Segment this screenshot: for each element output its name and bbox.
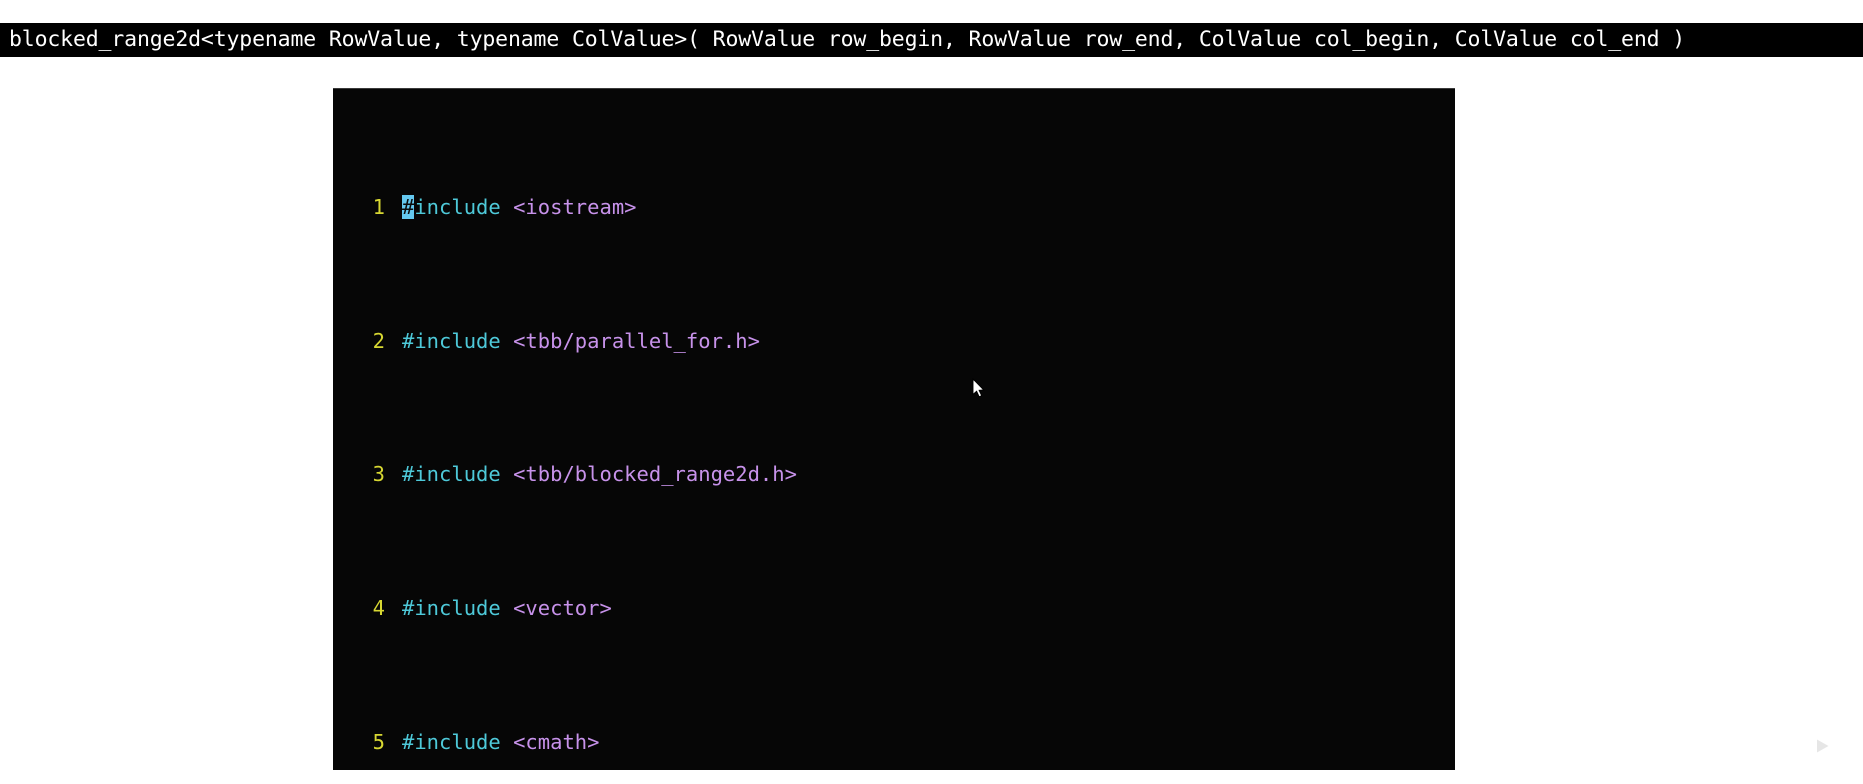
code-line-3[interactable]: 3 #include <tbb/blocked_range2d.h> (333, 458, 1455, 491)
tv-play-watermark-icon (1803, 723, 1839, 761)
line-number: 5 (372, 729, 385, 754)
text-cursor: # (402, 195, 415, 220)
code-line-2[interactable]: 2 #include <tbb/parallel_for.h> (333, 325, 1455, 358)
code-line-content[interactable]: #include <tbb/parallel_for.h> (402, 329, 760, 353)
code-line-content[interactable]: #include <iostream> (402, 195, 637, 220)
code-line-content[interactable]: #include <cmath> (402, 730, 600, 754)
line-number: 1 (372, 195, 385, 220)
code-line-content[interactable]: #include <vector> (402, 596, 612, 620)
code-line-5[interactable]: 5 #include <cmath> (333, 726, 1455, 759)
code-editor-panel[interactable]: 1 #include <iostream> 2 #include <tbb/para… (333, 88, 1455, 770)
code-lines[interactable]: 1 #include <iostream> 2 #include <tbb/para… (333, 89, 1455, 770)
line-number: 3 (372, 462, 385, 487)
code-line-4[interactable]: 4 #include <vector> (333, 592, 1455, 625)
line-number: 4 (372, 596, 385, 621)
signature-banner-text: blocked_range2d<typename RowValue, typen… (9, 27, 1686, 52)
code-line-1[interactable]: 1 #include <iostream> (333, 191, 1455, 224)
line-number: 2 (372, 328, 385, 353)
signature-banner: blocked_range2d<typename RowValue, typen… (0, 23, 1863, 57)
code-line-content[interactable]: #include <tbb/blocked_range2d.h> (402, 462, 797, 486)
